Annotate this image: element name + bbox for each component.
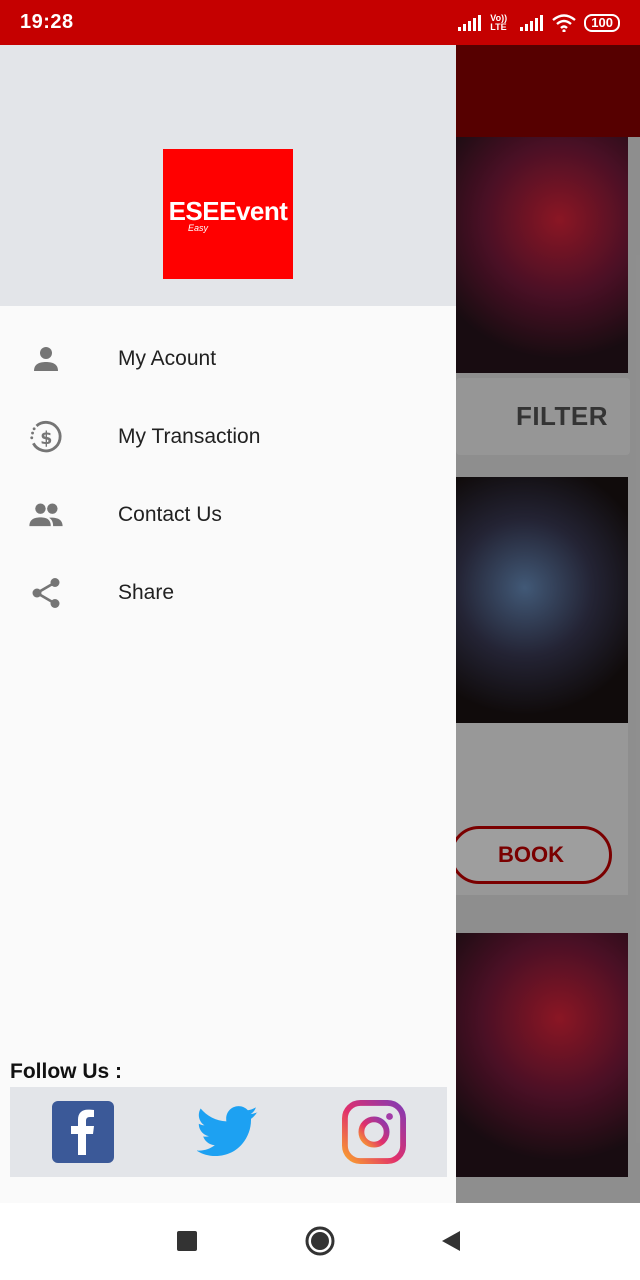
share-icon bbox=[26, 573, 66, 613]
signal-icon bbox=[458, 14, 482, 31]
menu-item-label: My Transaction bbox=[118, 425, 261, 448]
menu-item-label: Contact Us bbox=[118, 503, 222, 526]
menu-item-my-account[interactable]: My Acount bbox=[0, 320, 456, 398]
status-bar: 19:28 Vo)) LTE 100 bbox=[0, 0, 640, 45]
wifi-icon bbox=[552, 13, 577, 32]
navigation-drawer: ESEEvent Easy My Acount $ My Transaction bbox=[0, 45, 456, 1203]
logo-text: ESEEvent bbox=[168, 195, 288, 226]
app-logo: ESEEvent Easy bbox=[163, 149, 293, 279]
instagram-icon[interactable] bbox=[342, 1100, 407, 1164]
menu-item-my-transaction[interactable]: $ My Transaction bbox=[0, 398, 456, 476]
volte-icon: Vo)) LTE bbox=[490, 12, 508, 32]
person-icon bbox=[26, 339, 66, 379]
follow-us-title: Follow Us : bbox=[10, 1060, 122, 1083]
home-button[interactable] bbox=[304, 1225, 336, 1257]
people-icon bbox=[26, 495, 66, 535]
svg-text:$: $ bbox=[40, 429, 52, 449]
menu-item-label: Share bbox=[118, 581, 175, 604]
status-icons: Vo)) LTE 100 bbox=[458, 12, 620, 32]
twitter-icon[interactable] bbox=[196, 1100, 260, 1164]
social-bar bbox=[10, 1087, 447, 1177]
status-time: 19:28 bbox=[20, 11, 74, 33]
transaction-history-icon: $ bbox=[26, 417, 66, 457]
menu-item-label: My Acount bbox=[118, 347, 217, 370]
menu-item-share[interactable]: Share bbox=[0, 554, 456, 632]
facebook-icon[interactable] bbox=[51, 1100, 115, 1164]
logo-subtext: Easy bbox=[187, 222, 208, 233]
back-button[interactable] bbox=[440, 1230, 462, 1252]
drawer-header: ESEEvent Easy bbox=[0, 45, 456, 306]
recents-button[interactable] bbox=[176, 1230, 198, 1252]
battery-icon: 100 bbox=[584, 13, 620, 32]
menu-item-contact-us[interactable]: Contact Us bbox=[0, 476, 456, 554]
signal-icon-2 bbox=[520, 14, 544, 31]
drawer-menu: My Acount $ My Transaction Contact Us Sh… bbox=[0, 320, 456, 632]
system-nav-bar bbox=[0, 1203, 640, 1280]
